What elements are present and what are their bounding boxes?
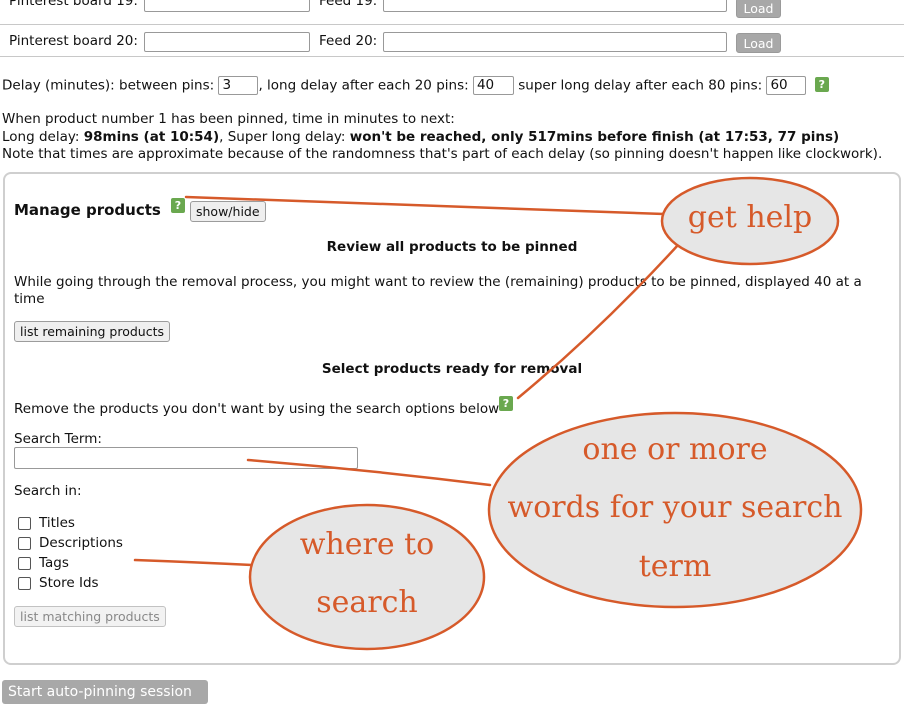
callout-line-remove-help (516, 243, 680, 400)
callout-line-help (184, 195, 666, 216)
callout-search-line1: one or more (582, 432, 768, 467)
callout-search-line3: term (638, 549, 712, 584)
callout-search-line2: words for your search (507, 490, 843, 525)
callout-line-search-term (246, 458, 492, 487)
callout-where-line2: search (316, 585, 418, 620)
callout-line-where (133, 558, 254, 567)
callout-where-line1: where to (299, 527, 435, 562)
callout-get-help: get help (687, 200, 813, 235)
